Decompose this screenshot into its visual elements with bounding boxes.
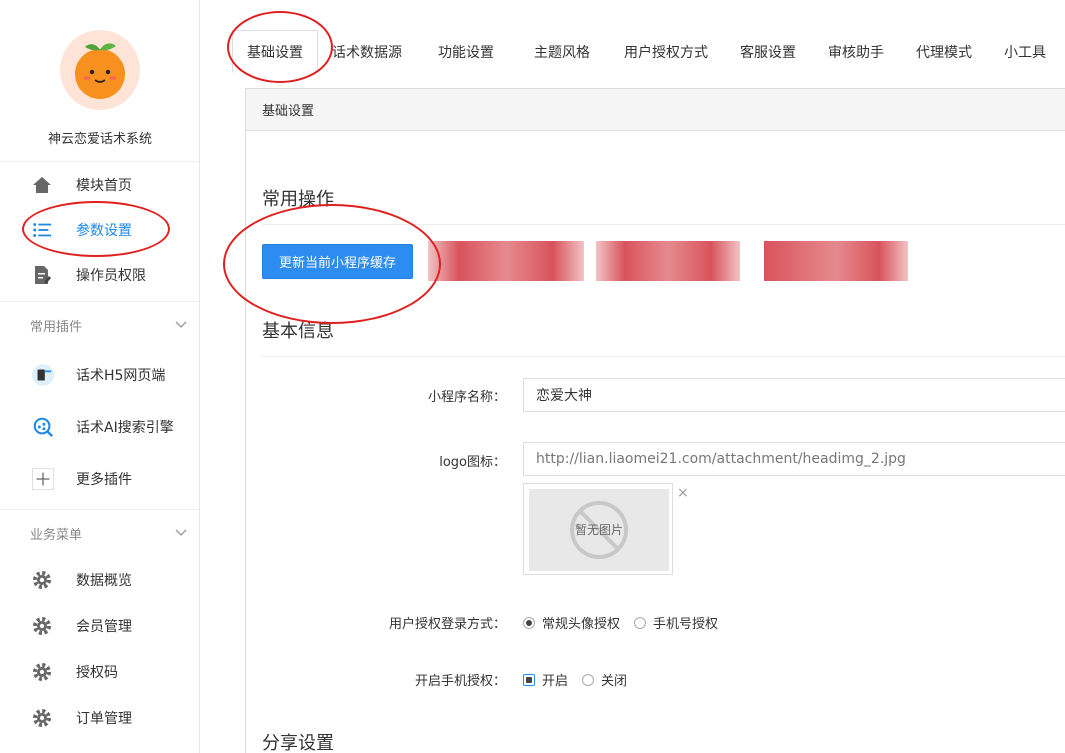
chevron-down-icon: [175, 318, 187, 333]
business-group-header[interactable]: 业务菜单: [0, 509, 199, 557]
tab-tools[interactable]: 小工具: [988, 30, 1062, 73]
biz-item-label: 订单管理: [76, 711, 132, 727]
phone-auth-off-option[interactable]: 关闭: [582, 670, 627, 689]
phone-auth-on-option[interactable]: 开启: [523, 670, 568, 689]
plugin-item-label: 话术AI搜索引擎: [76, 420, 174, 436]
logo-url-input[interactable]: http://lian.liaomei21.com/attachment/hea…: [523, 442, 1065, 476]
biz-item-auth-code[interactable]: 授权码: [0, 649, 199, 695]
option-label: 手机号授权: [653, 617, 719, 632]
share-settings-title: 分享设置: [262, 733, 334, 753]
biz-item-members[interactable]: 会员管理: [0, 603, 199, 649]
ai-search-icon: [32, 416, 54, 438]
biz-item-label: 授权码: [76, 665, 118, 681]
nav-item-label: 参数设置: [76, 222, 132, 239]
plugin-item-ai-search[interactable]: 话术AI搜索引擎: [0, 401, 199, 453]
settings-list-icon: [32, 220, 52, 240]
app-name-input[interactable]: 恋爱大神: [523, 378, 1065, 412]
avatar: [60, 30, 140, 110]
logo-preview: 暂无图片: [523, 483, 673, 575]
tab-theme[interactable]: 主题风格: [516, 30, 608, 73]
remove-image-icon[interactable]: ×: [677, 485, 689, 501]
nav-item-operator[interactable]: 操作员权限: [0, 252, 199, 297]
app-name-label: 小程序名称：: [427, 390, 506, 405]
login-mode-phone-option[interactable]: 手机号授权: [634, 613, 718, 632]
radio-button[interactable]: [523, 616, 535, 629]
h5-page-icon: [32, 364, 54, 386]
basic-info-title: 基本信息: [262, 321, 334, 342]
nav-item-home[interactable]: 模块首页: [0, 162, 199, 207]
common-ops-title: 常用操作: [262, 189, 334, 210]
panel-header: 基础设置: [246, 89, 1065, 131]
group-title: 业务菜单: [30, 528, 83, 543]
plugin-item-label: 更多插件: [76, 472, 132, 488]
tab-review-helper[interactable]: 审核助手: [812, 30, 900, 73]
chevron-down-icon: [175, 526, 187, 541]
refresh-cache-button[interactable]: 更新当前小程序缓存: [262, 244, 413, 279]
redacted-button[interactable]: [764, 241, 908, 281]
gear-icon: [32, 708, 52, 728]
document-edit-icon: [32, 265, 52, 285]
divider: [262, 356, 1065, 357]
sidebar: 神云恋爱话术系统 模块首页 参数设置 操作员权限 常用插件 话术H5网页端 话术…: [0, 0, 200, 753]
settings-tabs: 基础设置 话术数据源 功能设置 主题风格 用户授权方式 客服设置 审核助手 代理…: [200, 0, 1065, 75]
tab-data-source[interactable]: 话术数据源: [318, 30, 416, 73]
orange-mascot-icon: [75, 43, 125, 99]
redacted-button[interactable]: [596, 241, 740, 281]
tab-features[interactable]: 功能设置: [416, 30, 516, 73]
tab-agent-mode[interactable]: 代理模式: [900, 30, 988, 73]
settings-panel: 基础设置 常用操作 更新当前小程序缓存 基本信息 小程序名称： 恋爱大神 log…: [245, 88, 1065, 753]
plugin-item-label: 话术H5网页端: [76, 368, 166, 384]
gear-icon: [32, 662, 52, 682]
option-label: 开启: [542, 674, 569, 689]
group-title: 常用插件: [30, 320, 83, 335]
login-mode-avatar-option[interactable]: 常规头像授权: [523, 613, 620, 632]
logo-placeholder: 暂无图片: [529, 489, 669, 571]
radio-button[interactable]: [523, 673, 535, 686]
divider: [262, 224, 1065, 225]
redacted-button[interactable]: [428, 241, 584, 281]
tab-customer-service[interactable]: 客服设置: [724, 30, 812, 73]
phone-auth-options: 开启 关闭: [523, 670, 641, 689]
plus-icon: [32, 468, 54, 490]
option-label: 常规头像授权: [542, 617, 621, 632]
phone-auth-label: 开启手机授权：: [414, 674, 506, 689]
nav-item-params[interactable]: 参数设置: [0, 207, 199, 252]
plugin-item-more[interactable]: 更多插件: [0, 453, 199, 505]
login-mode-options: 常规头像授权 手机号授权: [523, 613, 732, 632]
nav-item-label: 模块首页: [76, 177, 132, 194]
biz-item-overview[interactable]: 数据概览: [0, 557, 199, 603]
tab-user-auth[interactable]: 用户授权方式: [608, 30, 724, 73]
tab-basic-settings[interactable]: 基础设置: [232, 30, 318, 73]
nav-item-label: 操作员权限: [76, 267, 146, 284]
option-label: 关闭: [601, 674, 628, 689]
brand: 神云恋爱话术系统: [0, 0, 199, 162]
no-image-text: 暂无图片: [574, 523, 623, 537]
biz-item-orders[interactable]: 订单管理: [0, 695, 199, 741]
radio-button[interactable]: [634, 616, 647, 629]
plugins-group-header[interactable]: 常用插件: [0, 301, 199, 349]
plugin-item-h5[interactable]: 话术H5网页端: [0, 349, 199, 401]
biz-item-label: 会员管理: [76, 619, 132, 635]
home-icon: [32, 175, 52, 195]
radio-button[interactable]: [582, 673, 595, 686]
gear-icon: [32, 616, 52, 636]
gear-icon: [32, 570, 52, 590]
brand-name: 神云恋爱话术系统: [47, 132, 152, 147]
biz-item-label: 数据概览: [76, 573, 132, 589]
logo-label: logo图标：: [439, 455, 506, 470]
login-mode-label: 用户授权登录方式：: [388, 617, 506, 632]
